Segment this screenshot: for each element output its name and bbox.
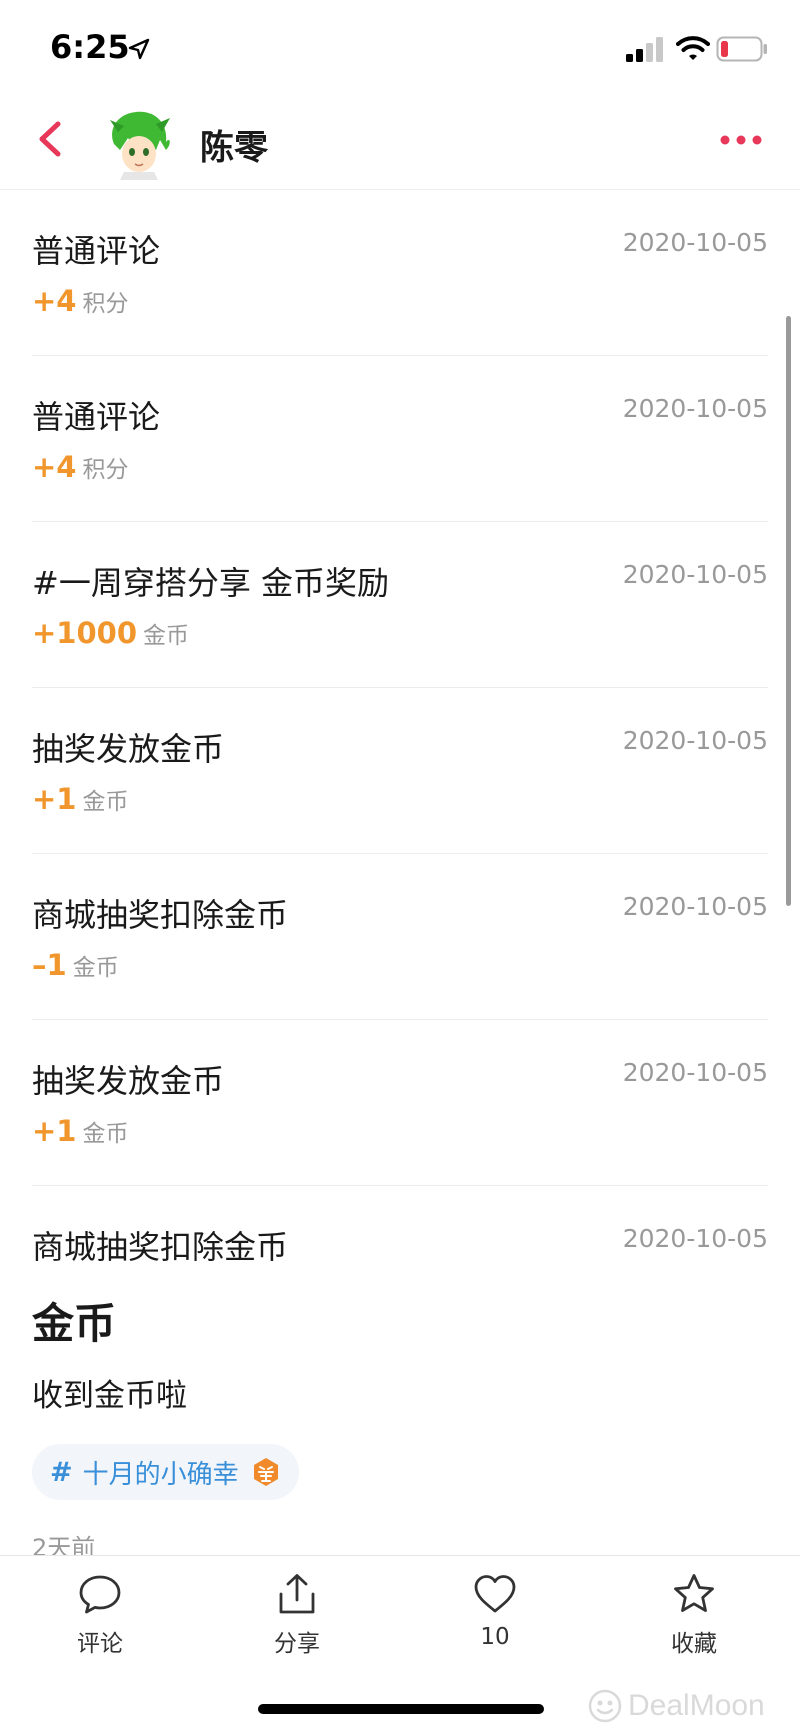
delta-amount: –1 [32, 948, 67, 982]
comment-icon [79, 1575, 121, 1614]
delta-unit: 积分 [82, 291, 129, 317]
record-title: 商城抽奖扣除金币 [32, 896, 289, 934]
nav-bar: 陈零 [0, 100, 800, 190]
record-date: 2020-10-05 [622, 560, 768, 589]
star-icon [674, 1574, 714, 1612]
record-title: 抽奖发放金币 [32, 1062, 225, 1100]
delta-amount: +1000 [32, 616, 138, 650]
record-title: 普通评论 [32, 398, 161, 436]
battery-icon [716, 36, 767, 62]
list-item[interactable]: 普通评论 2020-10-05 +4 积分 [32, 356, 768, 522]
post-body: 收到金币啦 [32, 1378, 187, 1414]
list-item[interactable]: 抽奖发放金币 2020-10-05 +1 金币 [32, 1020, 768, 1186]
wifi-icon [676, 36, 710, 60]
record-date: 2020-10-05 [622, 1224, 768, 1253]
share-icon [279, 1574, 315, 1614]
delta-amount: +1 [32, 782, 77, 816]
favorite-button[interactable]: 收藏 [634, 1572, 754, 1672]
record-delta: –1 金币 [32, 948, 119, 982]
record-date: 2020-10-05 [622, 228, 768, 257]
scrollbar[interactable] [786, 316, 791, 906]
status-time: 6:25 [50, 28, 130, 66]
like-count: 10 [480, 1624, 510, 1650]
watermark: DealMoon [588, 1688, 788, 1724]
delta-amount: +4 [32, 284, 77, 318]
topic-tag[interactable]: # 十月的小确幸 [32, 1444, 299, 1500]
share-button[interactable]: 分享 [237, 1572, 357, 1672]
comment-label: 评论 [77, 1631, 123, 1657]
topic-label: 十月的小确幸 [82, 1459, 239, 1490]
hashtag-icon: # [50, 1456, 73, 1488]
post-heading: 金币 [32, 1299, 117, 1348]
location-arrow-icon [128, 38, 150, 60]
like-button[interactable]: 10 [435, 1572, 555, 1672]
delta-amount: +1 [32, 1114, 77, 1148]
favorite-label: 收藏 [671, 1631, 717, 1657]
cellular-signal-icon [626, 37, 663, 62]
list-item[interactable]: 商城抽奖扣除金币 2020-10-05 –1 金币 [32, 854, 768, 1020]
reward-badge-icon [253, 1458, 278, 1486]
delta-unit: 金币 [143, 623, 190, 649]
list-item[interactable]: 抽奖发放金币 2020-10-05 +1 金币 [32, 688, 768, 854]
record-title: 抽奖发放金币 [32, 730, 225, 768]
more-options-icon[interactable] [716, 120, 766, 160]
delta-unit: 金币 [72, 955, 119, 981]
avatar[interactable] [106, 110, 172, 180]
record-title: 普通评论 [32, 232, 161, 270]
delta-unit: 金币 [82, 1121, 129, 1147]
record-date: 2020-10-05 [622, 726, 768, 755]
list-item[interactable]: 商城抽奖扣除金币 2020-10-05 [32, 1186, 768, 1274]
status-bar: 6:25 [0, 0, 800, 100]
list-item[interactable]: #一周穿搭分享 金币奖励 2020-10-05 +1000 金币 [32, 522, 768, 688]
heart-icon [474, 1575, 516, 1613]
record-list: 普通评论 2020-10-05 +4 积分 普通评论 2020-10-05 +4 积… [0, 190, 800, 1274]
record-delta: +4 积分 [32, 450, 128, 484]
delta-unit: 积分 [82, 457, 129, 483]
record-delta: +1 金币 [32, 782, 128, 816]
record-date: 2020-10-05 [622, 892, 768, 921]
comment-button[interactable]: 评论 [40, 1572, 160, 1672]
record-title: 商城抽奖扣除金币 [32, 1228, 289, 1266]
record-date: 2020-10-05 [622, 394, 768, 423]
record-delta: +4 积分 [32, 284, 128, 318]
dealmoon-logo-icon [588, 1689, 622, 1723]
record-date: 2020-10-05 [622, 1058, 768, 1087]
delta-unit: 金币 [82, 789, 129, 815]
share-label: 分享 [274, 1631, 320, 1657]
record-title: #一周穿搭分享 金币奖励 [32, 564, 389, 602]
list-item[interactable]: 普通评论 2020-10-05 +4 积分 [32, 190, 768, 356]
delta-amount: +4 [32, 450, 77, 484]
record-delta: +1000 金币 [32, 616, 189, 650]
back-button[interactable] [30, 114, 74, 164]
record-delta: +1 金币 [32, 1114, 128, 1148]
watermark-text: DealMoon [628, 1689, 765, 1722]
page-title: 陈零 [200, 128, 268, 168]
home-indicator[interactable] [258, 1704, 544, 1714]
